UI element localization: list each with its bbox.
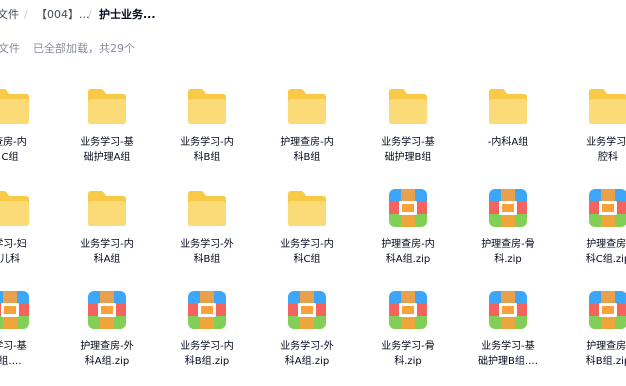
- zip-archive-icon: [86, 290, 128, 330]
- zip-archive-icon: [0, 290, 31, 330]
- folder-icon: [487, 86, 529, 126]
- file-name: 学习-基组.…: [0, 341, 27, 367]
- folder-icon: [0, 86, 31, 126]
- file-name: 护理查房- 科C组.zip: [585, 239, 626, 265]
- folder-item[interactable]: 业务学习-内 科A组: [57, 172, 157, 272]
- file-name: 学习-妇儿科: [0, 239, 27, 265]
- folder-icon: [286, 86, 328, 126]
- file-name: 业务学习-内 科A组: [80, 239, 134, 265]
- folder-icon: [186, 86, 228, 126]
- file-name: -内科A组: [487, 137, 529, 148]
- folder-icon: [86, 188, 128, 228]
- folder-item[interactable]: 业务学习-外 科B组: [157, 172, 257, 272]
- file-name: 业务学习-内 科B组.zip: [180, 341, 234, 367]
- file-name: 护理查房-内 科A组.zip: [381, 239, 435, 265]
- zip-archive-icon: [387, 290, 429, 330]
- file-name: 业务学习-基 础护理B组: [381, 137, 435, 163]
- zip-archive-icon: [487, 290, 529, 330]
- file-name: 业务学习-基 础护理A组: [80, 137, 134, 163]
- zip-archive-icon: [487, 188, 529, 228]
- folder-item[interactable]: 学习-妇儿科: [0, 172, 60, 272]
- file-name: 业务学习-基 础护理B组.…: [477, 341, 539, 367]
- zip-file-item[interactable]: 业务学习-基 础护理B组.…: [458, 274, 558, 374]
- folder-item[interactable]: 业务学习-基 础护理B组: [358, 70, 458, 170]
- file-name: 业务学习-外 科A组.zip: [280, 341, 334, 367]
- folder-item[interactable]: 业务学习-内 科B组: [157, 70, 257, 170]
- file-name: 业务学习-外 科B组: [180, 239, 234, 265]
- zip-file-item[interactable]: 业务学习-骨 科.zip: [358, 274, 458, 374]
- folder-icon: [286, 188, 328, 228]
- file-name: 护理查房-外 科A组.zip: [80, 341, 134, 367]
- file-name: 业务学习-内 科B组: [180, 137, 234, 163]
- file-grid: 查房-内C组业务学习-基础护理A组业务学习-内科B组护理查房-内科B组业务学习-…: [0, 0, 626, 386]
- zip-file-item[interactable]: 护理查房- 科C组.zip: [558, 172, 626, 272]
- file-name: 业务学习- 腔科: [586, 137, 626, 163]
- zip-file-item[interactable]: 护理查房- 科B组.zip: [558, 274, 626, 374]
- zip-file-item[interactable]: 护理查房-内 科A组.zip: [358, 172, 458, 272]
- zip-archive-icon: [387, 188, 429, 228]
- folder-icon: [186, 188, 228, 228]
- zip-file-item[interactable]: 护理查房-骨 科.zip: [458, 172, 558, 272]
- folder-item[interactable]: 业务学习-基 础护理A组: [57, 70, 157, 170]
- file-name: 查房-内C组: [0, 137, 27, 163]
- zip-file-item[interactable]: 学习-基组.…: [0, 274, 60, 374]
- folder-icon: [587, 86, 626, 126]
- zip-archive-icon: [186, 290, 228, 330]
- folder-item[interactable]: 查房-内C组: [0, 70, 60, 170]
- file-name: 护理查房-内 科B组: [280, 137, 334, 163]
- zip-file-item[interactable]: 业务学习-内 科B组.zip: [157, 274, 257, 374]
- file-name: 业务学习-骨 科.zip: [381, 341, 435, 367]
- folder-icon: [387, 86, 429, 126]
- folder-item[interactable]: 护理查房-内 科B组: [257, 70, 357, 170]
- file-name: 业务学习-内 科C组: [280, 239, 334, 265]
- file-name: 护理查房-骨 科.zip: [481, 239, 535, 265]
- folder-item[interactable]: 业务学习- 腔科: [558, 70, 626, 170]
- zip-archive-icon: [587, 290, 626, 330]
- folder-item[interactable]: -内科A组: [458, 70, 558, 170]
- folder-item[interactable]: 业务学习-内 科C组: [257, 172, 357, 272]
- file-name: 护理查房- 科B组.zip: [585, 341, 626, 367]
- zip-file-item[interactable]: 业务学习-外 科A组.zip: [257, 274, 357, 374]
- folder-icon: [86, 86, 128, 126]
- zip-file-item[interactable]: 护理查房-外 科A组.zip: [57, 274, 157, 374]
- zip-archive-icon: [587, 188, 626, 228]
- folder-icon: [0, 188, 31, 228]
- zip-archive-icon: [286, 290, 328, 330]
